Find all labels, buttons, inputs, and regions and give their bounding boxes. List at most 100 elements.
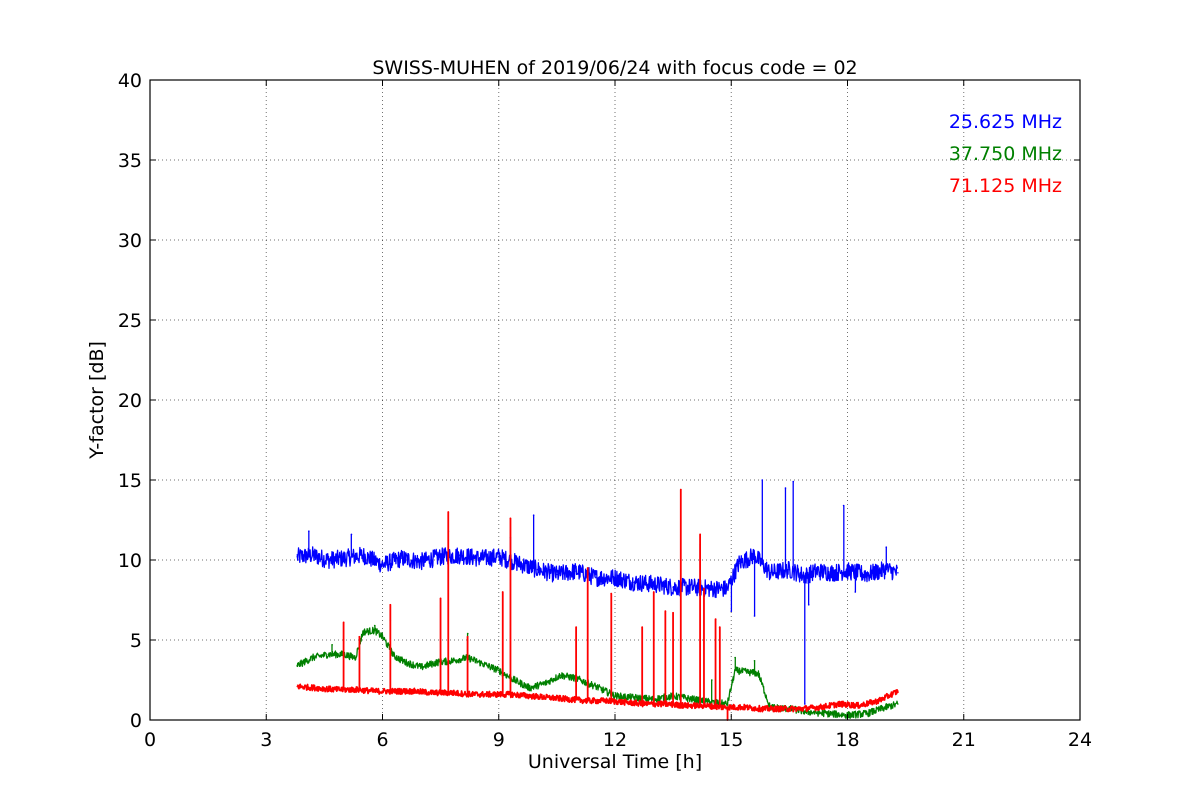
data-point: [587, 700, 589, 702]
data-point: [381, 636, 384, 638]
data-point: [815, 570, 818, 572]
data-point: [722, 706, 725, 708]
y-tick-label: 0: [130, 710, 142, 732]
spike-point: [714, 618, 717, 620]
data-point: [757, 672, 760, 675]
data-point: [439, 556, 442, 558]
x-tick-label: 18: [835, 729, 859, 751]
data-point: [652, 583, 655, 585]
spike-point: [342, 621, 345, 624]
data-point: [556, 573, 558, 576]
spike-point: [807, 604, 810, 606]
spike-point: [703, 588, 705, 590]
data-point: [753, 554, 756, 556]
x-axis-title: Universal Time [h]: [528, 751, 702, 773]
data-point: [831, 572, 833, 574]
spike-point: [854, 591, 857, 593]
spike-point: [466, 636, 469, 638]
data-point: [769, 572, 771, 574]
data-point: [451, 660, 454, 662]
y-tick-label: 20: [118, 390, 142, 412]
spike-point: [664, 610, 667, 612]
y-tick-label: 15: [118, 470, 142, 492]
data-point: [625, 701, 628, 704]
data-point: [691, 698, 694, 700]
data-point: [606, 700, 609, 702]
spike-point: [761, 479, 764, 481]
x-tick-label: 6: [376, 729, 388, 751]
data-point: [780, 708, 783, 710]
data-point: [664, 703, 667, 705]
data-point: [691, 586, 694, 588]
data-point: [327, 653, 330, 656]
data-point: [373, 690, 376, 692]
x-tick-label: 24: [1068, 729, 1092, 751]
series-line-1: [296, 479, 899, 705]
spike-point: [792, 480, 795, 483]
data-point: [393, 655, 395, 657]
data-point: [404, 661, 407, 664]
spike-point: [587, 567, 589, 569]
spike-point: [389, 604, 392, 606]
data-point: [536, 568, 539, 571]
data-point: [645, 703, 647, 705]
spike-point: [718, 626, 721, 628]
data-point: [420, 560, 423, 563]
legend-label-37-750: 37.750 MHz: [949, 143, 1062, 165]
chart: SWISS-MUHEN of 2019/06/24 with focus cod…: [86, 57, 1092, 773]
legend-label-25-625: 25.625 MHz: [949, 111, 1062, 133]
data-point: [788, 568, 791, 571]
y-tick-label: 40: [118, 70, 142, 92]
spike-point: [784, 487, 787, 489]
y-tick-label: 5: [130, 630, 142, 652]
x-tick-label: 21: [952, 729, 976, 751]
spike-point: [730, 610, 733, 612]
data-point: [528, 687, 531, 689]
data-point: [866, 712, 868, 715]
data-point: [614, 695, 616, 697]
data-point: [827, 712, 829, 715]
spike-point: [753, 660, 756, 662]
y-tick-label: 35: [118, 150, 142, 172]
data-point: [594, 685, 597, 688]
spike-point: [358, 636, 361, 638]
spike-point: [842, 504, 845, 507]
data-point: [517, 562, 519, 564]
y-axis-title: Y-factor [dB]: [86, 341, 108, 460]
data-point: [528, 695, 531, 697]
data-point: [897, 572, 899, 574]
data-point: [567, 698, 570, 700]
data-point: [703, 704, 705, 707]
data-point: [362, 631, 364, 633]
data-point: [497, 556, 500, 558]
data-point: [354, 688, 357, 691]
data-point: [432, 692, 434, 694]
data-point: [614, 576, 616, 579]
y-tick-label: 25: [118, 310, 142, 332]
data-point: [761, 708, 764, 710]
data-point: [819, 706, 822, 708]
data-point: [711, 588, 713, 590]
data-point: [897, 703, 899, 705]
data-point: [401, 557, 403, 560]
data-point: [683, 704, 686, 707]
data-point: [738, 562, 740, 564]
spike-point: [331, 644, 333, 646]
series-1: [296, 479, 899, 705]
data-point: [734, 669, 736, 672]
x-tick-label: 0: [144, 729, 156, 751]
data-point: [373, 629, 376, 632]
spike-point: [641, 626, 643, 628]
x-tick-label: 12: [603, 729, 627, 751]
data-point: [544, 682, 547, 684]
data-point: [633, 696, 636, 699]
data-point: [470, 693, 473, 696]
spike-point: [447, 511, 450, 513]
data-point: [559, 674, 562, 676]
grid: [150, 80, 1080, 720]
data-point: [897, 690, 899, 692]
data-point: [885, 568, 888, 571]
data-point: [800, 708, 802, 710]
data-point: [342, 557, 345, 560]
data-point: [478, 557, 481, 560]
